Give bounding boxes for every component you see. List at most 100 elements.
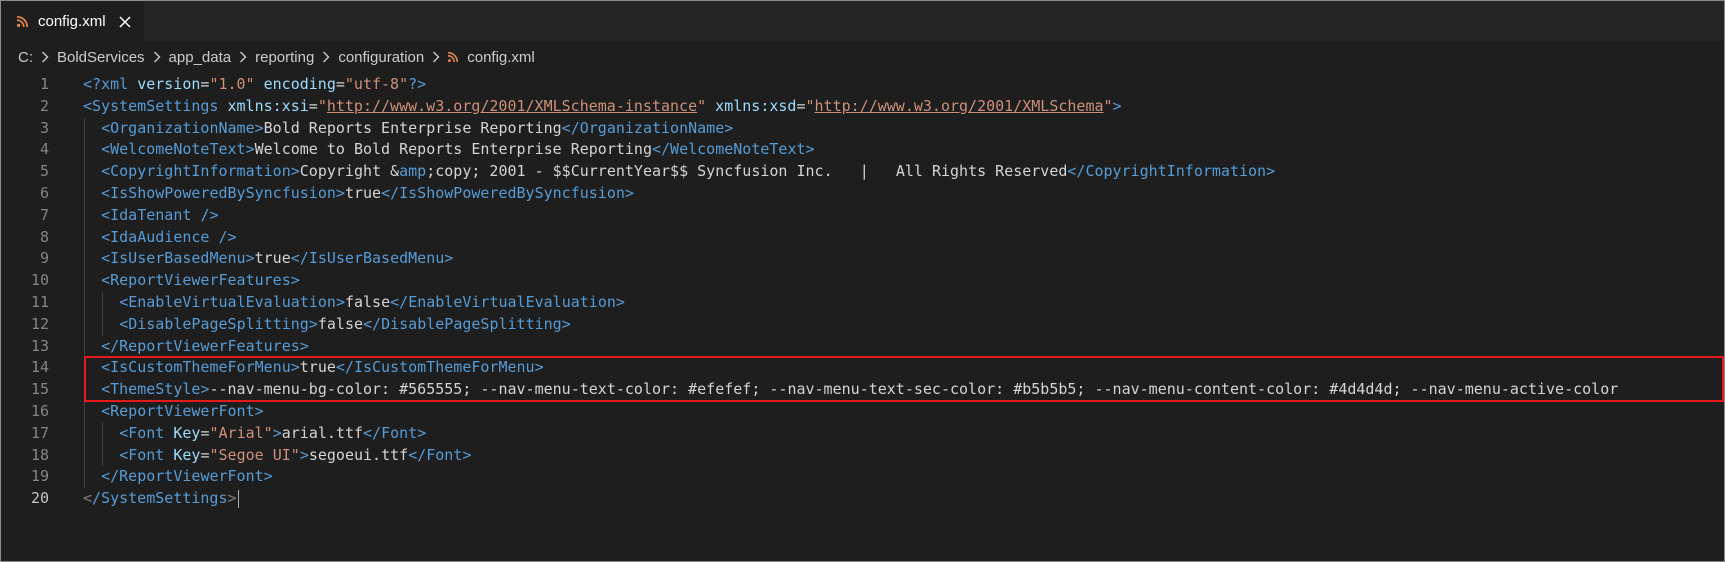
code-token: IsShowPoweredBySyncfusion (110, 184, 336, 202)
code-token: Font (426, 445, 463, 464)
indent-guide (84, 422, 85, 445)
code-token: < (101, 140, 111, 159)
code-token: < (119, 445, 129, 464)
code-line[interactable]: 19 </ReportViewerFont> (1, 466, 1724, 489)
breadcrumb-label: configuration (338, 48, 425, 66)
indent-guide (84, 139, 85, 162)
code-token: = (200, 445, 210, 464)
code-line[interactable]: 20 </SystemSettings> (1, 488, 1724, 510)
code-token: WelcomeNoteText (670, 140, 806, 159)
code-token: encoding (263, 75, 336, 93)
line-number: 4 (39, 140, 49, 159)
code-text: <IsUserBasedMenu>true</IsUserBasedMenu> (101, 248, 453, 270)
code-token: < (101, 271, 111, 290)
close-icon[interactable] (118, 14, 132, 28)
code-token: Copyright & (299, 162, 400, 181)
code-text: <CopyrightInformation>Copyright &amp;cop… (101, 161, 1275, 183)
code-token: xmlns:xsd (715, 96, 797, 115)
chevron-right-icon (432, 51, 440, 63)
rss-file-icon (448, 49, 467, 66)
code-text: <OrganizationName>Bold Reports Enterpris… (101, 118, 733, 140)
code-token: arial.ttf (281, 423, 364, 442)
code-token: ;copy; 2001 - $$CurrentYear$$ Syncfusion… (426, 162, 1068, 181)
line-number: 3 (39, 118, 49, 137)
code-line[interactable]: 18 <Font Key="Segoe UI">segoeui.ttf</Font… (1, 444, 1724, 467)
code-token: </ (363, 423, 382, 442)
breadcrumb-item[interactable]: app_data (169, 49, 232, 66)
code-token: > (805, 140, 815, 159)
code-text: <ReportViewerFont> (101, 401, 264, 423)
code-token: OrganizationName (110, 118, 255, 137)
code-text: <?xml version="1.0" encoding="utf-8"?> (83, 74, 426, 96)
code-token: "Arial" (209, 423, 273, 442)
code-token: IdaTenant (110, 205, 201, 224)
code-line[interactable]: 4 <WelcomeNoteText>Welcome to Bold Report… (1, 139, 1724, 162)
indent-guide (102, 313, 104, 336)
code-token: > (299, 445, 309, 464)
code-token: ReportViewerFont (119, 467, 264, 486)
code-token: IsUserBasedMenu (308, 249, 445, 268)
indent-guide (102, 292, 104, 314)
indent-guide (102, 444, 104, 467)
code-token: </ (101, 336, 120, 355)
code-line[interactable]: 2 <SystemSettings xmlns:xsi="http://www.w… (1, 96, 1724, 118)
code-line[interactable]: 16 <ReportViewerFont> (1, 401, 1724, 423)
code-line[interactable]: 17 <Font Key="Arial">arial.ttf</Font> (1, 422, 1724, 445)
code-token: < (101, 205, 111, 224)
line-number: 19 (30, 467, 49, 486)
code-line[interactable]: 7 <IdaTenant /> (1, 204, 1724, 227)
code-line[interactable]: 10 <ReportViewerFeatures> (1, 270, 1724, 292)
code-token: WelcomeNoteText (110, 140, 246, 159)
breadcrumb-item[interactable]: configuration (338, 49, 424, 66)
breadcrumb-item[interactable]: C: (18, 49, 33, 66)
indent-guide (84, 313, 85, 336)
indent-guide (84, 466, 85, 489)
code-line[interactable]: 8 <IdaAudience /> (1, 226, 1724, 249)
breadcrumb: C: BoldServices app_data reporting configura… (1, 41, 1724, 73)
code-token: > (263, 467, 273, 486)
code-token: > (272, 423, 282, 442)
indent-guide (84, 292, 85, 314)
code-line[interactable]: 5 <CopyrightInformation>Copyright &amp;co… (1, 161, 1724, 183)
code-token: true (344, 184, 382, 202)
code-token: = (200, 423, 210, 442)
code-token: > (290, 271, 300, 290)
code-token: > (308, 314, 318, 333)
chevron-right-icon (322, 51, 330, 63)
code-token: = (335, 75, 345, 93)
code-text: <IdaTenant /> (101, 205, 218, 227)
code-token: > (417, 423, 427, 442)
code-token: EnableVirtualEvaluation (128, 293, 336, 311)
code-token: ReportViewerFeatures (119, 336, 300, 355)
code-token: Font (128, 423, 174, 442)
breadcrumb-item[interactable]: BoldServices (57, 49, 145, 66)
code-line[interactable]: 13 </ReportViewerFeatures> (1, 335, 1724, 358)
code-token: </ (101, 467, 120, 486)
indent-guide (84, 270, 85, 292)
code-line[interactable]: 12 <DisablePageSplitting>false</DisablePa… (1, 313, 1724, 336)
code-line[interactable]: 6 <IsShowPoweredBySyncfusion>true</IsShow… (1, 183, 1724, 205)
code-token: < (101, 162, 111, 181)
tab-label: config.xml (38, 12, 106, 30)
code-token: DisablePageSplitting (381, 314, 562, 333)
code-editor[interactable]: 1 <?xml version="1.0" encoding="utf-8"?> 2… (1, 72, 1724, 561)
code-token: http://www.w3.org/2001/XMLSchema (814, 96, 1104, 115)
tab-config-xml[interactable]: config.xml (1, 1, 144, 41)
code-line[interactable]: 9 <IsUserBasedMenu>true</IsUserBasedMenu> (1, 248, 1724, 271)
code-line[interactable]: 11 <EnableVirtualEvaluation>false</Enable… (1, 292, 1724, 314)
code-token: "utf-8" (344, 75, 409, 93)
code-text: <Font Key="Arial">arial.ttf</Font> (119, 423, 426, 445)
line-number: 2 (39, 96, 49, 115)
code-line[interactable]: 1 <?xml version="1.0" encoding="utf-8"?> (1, 74, 1724, 96)
code-text: </SystemSettings> (83, 488, 239, 510)
breadcrumb-item[interactable]: reporting (255, 49, 314, 66)
code-token: < (101, 184, 111, 202)
code-token: false (317, 314, 364, 333)
code-line[interactable]: 3 <OrganizationName>Bold Reports Enterpri… (1, 117, 1724, 140)
code-token: " (1103, 96, 1113, 115)
line-number: 17 (30, 423, 49, 442)
chevron-right-icon (239, 51, 247, 63)
code-token: <? (83, 75, 102, 93)
breadcrumb-item[interactable]: config.xml (467, 49, 535, 66)
